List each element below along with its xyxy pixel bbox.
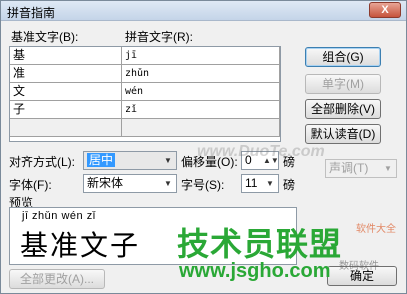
chevron-down-icon: ▼ bbox=[266, 179, 274, 188]
font-label: 字体(F): bbox=[9, 178, 52, 192]
tone-select[interactable]: 声调(T) ▼ bbox=[325, 159, 397, 178]
pinyin-text-cell[interactable]: wén bbox=[122, 83, 280, 101]
pinyin-guide-dialog: 拼音指南 X 基准文字(B): 拼音文字(R): 基 jī 准 zhǔn 文 w… bbox=[0, 0, 407, 294]
window-title: 拼音指南 bbox=[7, 6, 56, 20]
close-button[interactable]: X bbox=[369, 2, 401, 18]
corner-watermark-bottom: 数码软件 bbox=[339, 261, 379, 272]
font-select[interactable]: 新宋体 ▼ bbox=[83, 174, 177, 193]
align-select[interactable]: 居中 ▼ bbox=[83, 151, 177, 170]
pinyin-text-cell[interactable]: zǐ bbox=[122, 101, 280, 119]
size-value: 11 bbox=[245, 176, 258, 190]
pinyin-text-header: 拼音文字(R): bbox=[125, 30, 193, 44]
single-char-button[interactable]: 单字(M) bbox=[305, 74, 381, 94]
pinyin-text-cell-empty bbox=[122, 119, 280, 137]
preview-pinyin: jī zhǔn wén zǐ bbox=[22, 210, 96, 222]
corner-watermark-top: 软件大全 bbox=[356, 224, 396, 235]
delete-all-button[interactable]: 全部删除(V) bbox=[305, 99, 381, 119]
title-bar: 拼音指南 X bbox=[1, 1, 406, 21]
size-label: 字号(S): bbox=[181, 178, 225, 192]
url-watermark: www.jsgho.com bbox=[179, 260, 331, 282]
size-select[interactable]: 11 ▼ bbox=[241, 174, 279, 193]
change-all-button[interactable]: 全部更改(A)... bbox=[9, 269, 105, 289]
chevron-down-icon: ▼ bbox=[164, 179, 172, 188]
base-text-header: 基准文字(B): bbox=[11, 30, 79, 44]
preview-text: 基准文子 bbox=[20, 229, 141, 262]
pinyin-grid: 基 jī 准 zhǔn 文 wén 子 zǐ bbox=[9, 46, 281, 142]
base-text-cell[interactable]: 准 bbox=[10, 65, 122, 83]
combine-button[interactable]: 组合(G) bbox=[305, 47, 381, 67]
base-text-cell[interactable]: 子 bbox=[10, 101, 122, 119]
size-unit: 磅 bbox=[283, 178, 296, 192]
base-text-cell-empty bbox=[10, 119, 122, 137]
chevron-down-icon: ▼ bbox=[384, 164, 392, 173]
duote-watermark: www.DuoTe.com bbox=[197, 143, 325, 160]
default-reading-button[interactable]: 默认读音(D) bbox=[305, 124, 381, 144]
font-value: 新宋体 bbox=[87, 176, 124, 190]
tone-value: 声调(T) bbox=[329, 161, 369, 175]
chevron-down-icon: ▼ bbox=[164, 156, 172, 165]
align-label: 对齐方式(L): bbox=[9, 155, 76, 169]
base-text-cell[interactable]: 基 bbox=[10, 47, 122, 65]
logo-watermark: 技术员联盟 bbox=[177, 226, 343, 262]
pinyin-text-cell[interactable]: zhǔn bbox=[122, 65, 280, 83]
align-value: 居中 bbox=[87, 153, 116, 167]
pinyin-text-cell[interactable]: jī bbox=[122, 47, 280, 65]
base-text-cell[interactable]: 文 bbox=[10, 83, 122, 101]
